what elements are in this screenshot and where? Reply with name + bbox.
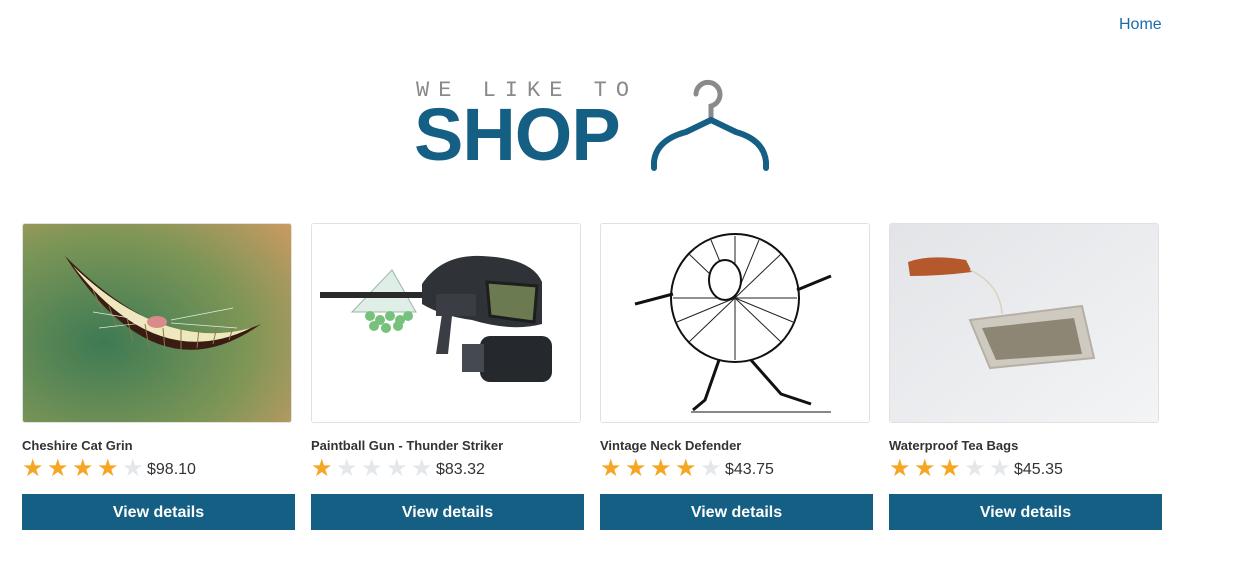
- home-link[interactable]: Home: [1119, 16, 1162, 34]
- product-image[interactable]: [600, 223, 870, 423]
- rating-stars: ★ ★ ★ ★ ★: [22, 457, 147, 481]
- product-card: Paintball Gun - Thunder Striker ★ ★ ★ ★ ★ $8…: [311, 223, 584, 530]
- star-filled-icon: ★: [47, 455, 69, 482]
- product-card: Cheshire Cat Grin ★ ★ ★ ★ ★ $98.10 View deta…: [22, 223, 295, 530]
- star-empty-icon: ★: [700, 455, 722, 482]
- cheshire-cat-grin-image: [23, 224, 291, 422]
- product-image[interactable]: [22, 223, 292, 423]
- view-details-button[interactable]: View details: [600, 494, 873, 530]
- star-empty-icon: ★: [122, 455, 144, 482]
- star-filled-icon: ★: [889, 455, 911, 482]
- product-price: $98.10: [147, 461, 196, 478]
- star-filled-icon: ★: [939, 455, 961, 482]
- rating-stars: ★ ★ ★ ★ ★: [311, 457, 436, 481]
- view-details-button[interactable]: View details: [889, 494, 1162, 530]
- star-empty-icon: ★: [411, 455, 433, 482]
- tea-bag-image: [890, 224, 1158, 422]
- hanger-icon: [651, 79, 769, 171]
- product-name[interactable]: Cheshire Cat Grin: [22, 438, 295, 454]
- product-name[interactable]: Vintage Neck Defender: [600, 438, 873, 454]
- star-filled-icon: ★: [72, 455, 94, 482]
- product-price: $43.75: [725, 461, 774, 478]
- star-empty-icon: ★: [361, 455, 383, 482]
- star-filled-icon: ★: [675, 455, 697, 482]
- product-price: $45.35: [1014, 461, 1063, 478]
- product-name[interactable]: Paintball Gun - Thunder Striker: [311, 438, 584, 454]
- star-empty-icon: ★: [336, 455, 358, 482]
- rating-stars: ★ ★ ★ ★ ★: [600, 457, 725, 481]
- product-grid: Cheshire Cat Grin ★ ★ ★ ★ ★ $98.10 View deta…: [22, 223, 1162, 530]
- star-filled-icon: ★: [311, 455, 333, 482]
- star-filled-icon: ★: [625, 455, 647, 482]
- view-details-button[interactable]: View details: [22, 494, 295, 530]
- product-image[interactable]: [311, 223, 581, 423]
- logo-word: SHOP: [414, 93, 621, 176]
- star-empty-icon: ★: [964, 455, 986, 482]
- view-details-button[interactable]: View details: [311, 494, 584, 530]
- star-empty-icon: ★: [989, 455, 1011, 482]
- neck-defender-image: [601, 224, 869, 422]
- star-filled-icon: ★: [97, 455, 119, 482]
- star-empty-icon: ★: [386, 455, 408, 482]
- star-filled-icon: ★: [600, 455, 622, 482]
- product-card: Waterproof Tea Bags ★ ★ ★ ★ ★ $45.35 View de…: [889, 223, 1162, 530]
- star-filled-icon: ★: [650, 455, 672, 482]
- product-price: $83.32: [436, 461, 485, 478]
- site-logo: WE LIKE TO SHOP: [414, 76, 776, 176]
- product-image[interactable]: [889, 223, 1159, 423]
- paintball-gun-image: [312, 224, 580, 422]
- star-filled-icon: ★: [22, 455, 44, 482]
- product-card: Vintage Neck Defender ★ ★ ★ ★ ★ $43.75 View …: [600, 223, 873, 530]
- rating-stars: ★ ★ ★ ★ ★: [889, 457, 1014, 481]
- star-filled-icon: ★: [914, 455, 936, 482]
- product-name[interactable]: Waterproof Tea Bags: [889, 438, 1162, 454]
